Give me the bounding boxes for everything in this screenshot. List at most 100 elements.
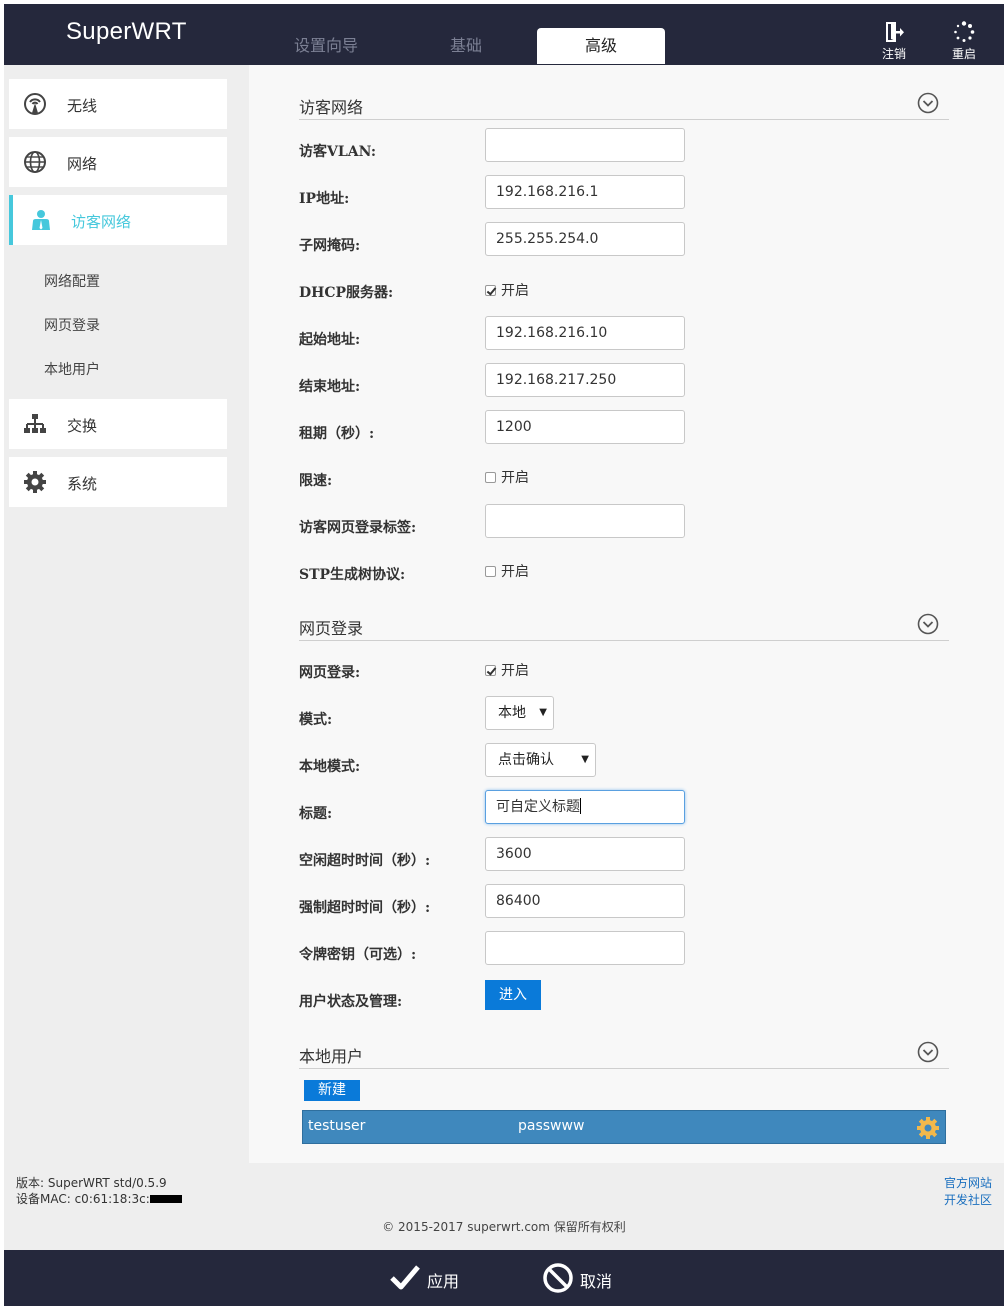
text-cursor <box>580 798 581 814</box>
version-info: 版本: SuperWRT std/0.5.9 设备MAC: c0:61:18:3… <box>16 1175 182 1207</box>
tab-advanced[interactable]: 高级 <box>537 28 665 64</box>
mode-select[interactable]: 本地 ▼ <box>485 696 554 730</box>
sidebar: 无线 网络 访客网络 网络配置 网页登录 本地用户 交换 系统 <box>4 65 249 1163</box>
select-value: 点击确认 <box>498 752 554 768</box>
apply-button[interactable]: 应用 <box>389 1262 469 1294</box>
token-key-input[interactable] <box>485 931 685 965</box>
label-dhcp-server: DHCP服务器: <box>299 285 394 301</box>
footer-links: 官方网站 开发社区 <box>944 1175 992 1209</box>
checkbox-label: 开启 <box>501 663 529 679</box>
guest-login-tag-input[interactable] <box>485 504 685 538</box>
label-user-status: 用户状态及管理: <box>299 994 403 1010</box>
version-text: 版本: SuperWRT std/0.5.9 <box>16 1176 167 1190</box>
tab-basic[interactable]: 基础 <box>402 28 530 64</box>
guest-vlan-input[interactable] <box>485 128 685 162</box>
wifi-signal-icon <box>24 93 46 115</box>
caption-input[interactable]: 可自定义标题 <box>485 790 685 824</box>
cancel-button[interactable]: 取消 <box>542 1262 622 1294</box>
logout-button[interactable]: 注销 <box>874 21 914 62</box>
new-user-button[interactable]: 新建 <box>304 1080 360 1101</box>
section-title: 访客网络 <box>299 98 364 117</box>
checkmark-icon <box>390 1265 420 1290</box>
checkbox-unchecked[interactable] <box>485 566 496 577</box>
local-mode-select[interactable]: 点击确认 ▼ <box>485 743 596 777</box>
web-login-checkbox[interactable]: 开启 <box>485 660 529 680</box>
cancel-label: 取消 <box>580 1272 613 1291</box>
sidebar-item-label: 无线 <box>67 97 98 115</box>
label-local-mode: 本地模式: <box>299 759 361 775</box>
section-title: 本地用户 <box>299 1047 364 1066</box>
label-subnet-mask: 子网掩码: <box>299 238 361 254</box>
ip-address-input[interactable]: 192.168.216.1 <box>485 175 685 209</box>
label-guest-login-tag: 访客网页登录标签: <box>299 520 417 536</box>
main-content: 访客网络 访客VLAN: IP地址: 192.168.216.1 子网掩码: 2… <box>249 65 1004 1163</box>
label-guest-vlan: 访客VLAN: <box>299 144 377 160</box>
reboot-label: 重启 <box>951 47 976 61</box>
official-site-link[interactable]: 官方网站 <box>944 1175 992 1192</box>
mac-text: 设备MAC: c0:61:18:3c: <box>16 1192 150 1206</box>
rate-limit-checkbox[interactable]: 开启 <box>485 467 529 487</box>
reboot-spinner-icon <box>954 21 975 42</box>
gear-icon[interactable] <box>916 1116 940 1140</box>
checkbox-checked[interactable] <box>485 665 496 676</box>
sidebar-sub-network-config[interactable]: 网络配置 <box>44 271 100 291</box>
select-value: 本地 <box>498 705 526 721</box>
sidebar-item-network[interactable]: 网络 <box>9 137 227 187</box>
label-web-login: 网页登录: <box>299 665 361 681</box>
end-address-input[interactable]: 192.168.217.250 <box>485 363 685 397</box>
sidebar-sub-local-users[interactable]: 本地用户 <box>44 359 100 379</box>
user-username: testuser <box>308 1118 366 1134</box>
checkbox-unchecked[interactable] <box>485 472 496 483</box>
checkbox-checked[interactable] <box>485 285 496 296</box>
start-address-input[interactable]: 192.168.216.10 <box>485 316 685 350</box>
section-title: 网页登录 <box>299 619 364 638</box>
sidebar-item-switch[interactable]: 交换 <box>9 399 227 449</box>
cancel-circle-icon <box>543 1263 573 1293</box>
dev-community-link[interactable]: 开发社区 <box>944 1192 992 1209</box>
logout-label: 注销 <box>881 47 906 61</box>
label-rate-limit: 限速: <box>299 473 333 489</box>
caret-down-icon: ▼ <box>539 707 547 718</box>
app-logo: SuperWRT <box>66 18 187 45</box>
tab-setup-wizard[interactable]: 设置向导 <box>262 28 390 64</box>
footer: 版本: SuperWRT std/0.5.9 设备MAC: c0:61:18:3… <box>4 1163 1004 1250</box>
caret-down-icon: ▼ <box>581 754 589 765</box>
chevron-down-icon[interactable] <box>917 1041 939 1063</box>
logout-icon <box>886 22 904 42</box>
force-timeout-input[interactable]: 86400 <box>485 884 685 918</box>
chevron-down-icon[interactable] <box>917 92 939 114</box>
lease-time-input[interactable]: 1200 <box>485 410 685 444</box>
redacted-mask <box>149 1195 182 1203</box>
sidebar-item-label: 访客网络 <box>71 213 132 231</box>
label-ip-address: IP地址: <box>299 191 350 207</box>
label-idle-timeout: 空闲超时时间（秒）: <box>299 853 431 869</box>
label-token-key: 令牌密钥（可选）: <box>299 947 417 963</box>
dhcp-server-checkbox[interactable]: 开启 <box>485 280 529 300</box>
globe-icon <box>24 151 46 173</box>
reboot-button[interactable]: 重启 <box>944 21 984 62</box>
label-lease-time: 租期（秒）: <box>299 426 375 442</box>
chevron-down-icon[interactable] <box>917 613 939 635</box>
guest-user-icon <box>32 210 50 230</box>
sidebar-item-system[interactable]: 系统 <box>9 457 227 507</box>
sidebar-sub-web-login[interactable]: 网页登录 <box>44 315 100 335</box>
gear-icon <box>24 471 46 493</box>
enter-button[interactable]: 进入 <box>485 980 541 1010</box>
action-bar: 应用 取消 <box>4 1250 1004 1306</box>
checkbox-label: 开启 <box>501 283 529 299</box>
apply-label: 应用 <box>427 1272 460 1291</box>
table-row[interactable]: testuser passwww <box>302 1110 946 1144</box>
subnet-mask-input[interactable]: 255.255.254.0 <box>485 222 685 256</box>
sidebar-item-guest-network[interactable]: 访客网络 <box>9 195 227 245</box>
label-stp: STP生成树协议: <box>299 567 406 583</box>
app-frame: SuperWRT 设置向导 基础 高级 注销 重启 无线 网络 访客网络 网络配… <box>4 4 1004 1306</box>
top-header: SuperWRT 设置向导 基础 高级 注销 重启 <box>4 4 1004 65</box>
idle-timeout-input[interactable]: 3600 <box>485 837 685 871</box>
section-guest-network: 访客网络 <box>299 90 949 120</box>
stp-checkbox[interactable]: 开启 <box>485 561 529 581</box>
sidebar-item-wireless[interactable]: 无线 <box>9 79 227 129</box>
sidebar-item-label: 网络 <box>67 155 98 173</box>
checkbox-label: 开启 <box>501 470 529 486</box>
section-local-users: 本地用户 <box>299 1039 949 1069</box>
mac-line: 设备MAC: c0:61:18:3c: <box>16 1191 182 1207</box>
